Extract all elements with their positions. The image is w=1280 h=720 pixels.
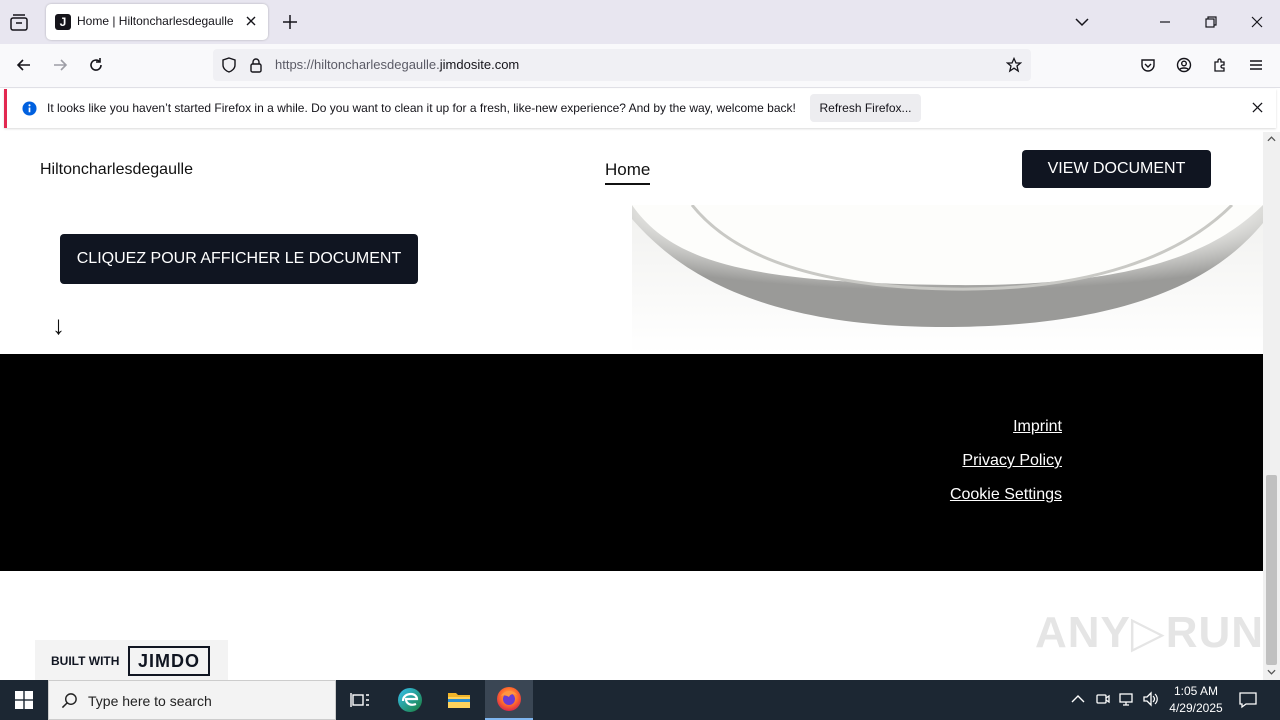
built-with-jimdo-badge[interactable]: BUILT WITH JIMDO bbox=[35, 640, 228, 680]
reload-icon[interactable] bbox=[81, 50, 111, 80]
imprint-link[interactable]: Imprint bbox=[1013, 418, 1062, 436]
close-tab-icon[interactable] bbox=[245, 15, 257, 27]
windows-taskbar: Type here to search 1:05 AM 4/29/2025 bbox=[0, 680, 1280, 720]
refresh-firefox-button[interactable]: Refresh Firefox... bbox=[810, 94, 921, 122]
file-explorer-icon[interactable] bbox=[435, 680, 483, 720]
windows-start-icon[interactable] bbox=[0, 680, 48, 720]
view-document-cta-button[interactable]: CLIQUEZ POUR AFFICHER LE DOCUMENT bbox=[60, 234, 418, 284]
cookie-settings-link[interactable]: Cookie Settings bbox=[950, 486, 1062, 504]
edge-browser-icon[interactable] bbox=[386, 680, 434, 720]
new-tab-icon[interactable] bbox=[281, 13, 299, 31]
menu-hamburger-icon[interactable] bbox=[1241, 50, 1271, 80]
site-brand[interactable]: Hiltoncharlesdegaulle bbox=[40, 161, 193, 179]
lock-icon[interactable] bbox=[249, 57, 263, 73]
arrow-down-icon: ↓ bbox=[52, 310, 65, 340]
minimize-icon[interactable] bbox=[1151, 8, 1179, 36]
tab-strip: J Home | Hiltoncharlesdegaulle bbox=[0, 0, 1280, 44]
tracking-protection-shield-icon[interactable] bbox=[221, 57, 237, 73]
close-notification-icon[interactable] bbox=[1252, 102, 1263, 113]
back-icon[interactable] bbox=[9, 50, 39, 80]
clock-date[interactable]: 4/29/2025 bbox=[1163, 701, 1229, 715]
notifications-icon[interactable] bbox=[1238, 690, 1258, 710]
show-hidden-icons-icon[interactable] bbox=[1071, 694, 1085, 704]
forward-icon[interactable] bbox=[45, 50, 75, 80]
tab-title: Home | Hiltoncharlesdegaulle bbox=[77, 14, 234, 28]
tab-overview-icon[interactable] bbox=[8, 12, 30, 34]
search-icon bbox=[61, 692, 78, 709]
firefox-taskbar-icon[interactable] bbox=[485, 680, 533, 720]
extensions-icon[interactable] bbox=[1205, 50, 1235, 80]
jimdo-logo: JIMDO bbox=[128, 646, 210, 676]
clock-time[interactable]: 1:05 AM bbox=[1163, 684, 1229, 698]
notification-bar: It looks like you haven’t started Firefo… bbox=[4, 89, 1276, 128]
page-scrollbar[interactable] bbox=[1263, 132, 1280, 680]
navigation-toolbar: https://hiltoncharlesdegaulle.jimdosite.… bbox=[0, 44, 1280, 88]
info-icon bbox=[22, 101, 37, 116]
pocket-icon[interactable] bbox=[1133, 50, 1163, 80]
page-content: Hiltoncharlesdegaulle Home VIEW DOCUMENT… bbox=[0, 132, 1263, 680]
anyrun-watermark: ANY▷RUN bbox=[1035, 608, 1263, 657]
scrollbar-thumb[interactable] bbox=[1266, 475, 1277, 665]
badge-built-with-text: BUILT WITH bbox=[51, 654, 120, 668]
browser-tab[interactable]: J Home | Hiltoncharlesdegaulle bbox=[46, 4, 268, 40]
jimdo-favicon-icon: J bbox=[55, 14, 71, 30]
view-document-button[interactable]: VIEW DOCUMENT bbox=[1022, 150, 1211, 188]
notification-message: It looks like you haven’t started Firefo… bbox=[47, 101, 796, 115]
url-prefix: https://hiltoncharlesdegaulle. bbox=[275, 57, 440, 72]
url-bar[interactable]: https://hiltoncharlesdegaulle.jimdosite.… bbox=[213, 49, 1031, 81]
restore-icon[interactable] bbox=[1197, 8, 1225, 36]
bookmark-star-icon[interactable] bbox=[1006, 57, 1022, 73]
volume-icon[interactable] bbox=[1142, 691, 1160, 707]
list-all-tabs-icon[interactable] bbox=[1068, 8, 1096, 36]
close-window-icon[interactable] bbox=[1243, 8, 1271, 36]
search-placeholder: Type here to search bbox=[88, 693, 212, 709]
taskbar-search-box[interactable]: Type here to search bbox=[48, 680, 336, 720]
hero-image bbox=[632, 205, 1263, 354]
site-footer: Imprint Privacy Policy Cookie Settings bbox=[0, 354, 1263, 571]
task-view-icon[interactable] bbox=[336, 680, 384, 720]
url-text[interactable]: https://hiltoncharlesdegaulle.jimdosite.… bbox=[275, 57, 519, 72]
account-icon[interactable] bbox=[1169, 50, 1199, 80]
nav-home-link[interactable]: Home bbox=[605, 160, 651, 185]
privacy-policy-link[interactable]: Privacy Policy bbox=[962, 452, 1062, 470]
scroll-up-icon[interactable] bbox=[1267, 136, 1276, 142]
url-domain: jimdosite.com bbox=[439, 57, 520, 72]
network-icon[interactable] bbox=[1118, 691, 1136, 707]
meet-now-icon[interactable] bbox=[1095, 691, 1111, 707]
scroll-down-icon[interactable] bbox=[1267, 669, 1276, 675]
